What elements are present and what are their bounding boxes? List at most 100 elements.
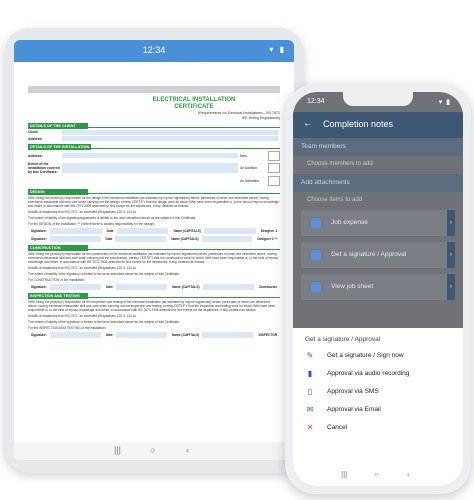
- extent-label: Extent of the installation covered by th…: [28, 162, 60, 174]
- inspection-date-field[interactable]: [115, 331, 167, 338]
- certificate-title-2: CERTIFICATE: [174, 104, 214, 110]
- tablet-screen: 12:34 ▾ ▮ ELECTRICAL INSTALLATION CERTIF…: [14, 40, 294, 460]
- construction-sig-field[interactable]: [49, 283, 101, 290]
- designer2-label: Designer 2 **: [257, 236, 277, 241]
- design-departures: Details of departures from BS 7671, as a…: [28, 209, 137, 214]
- construction-name-field[interactable]: [202, 283, 254, 290]
- inspection-sig-label: Signature:: [31, 332, 47, 337]
- addition-label: An Addition: [240, 166, 258, 170]
- alteration-label: An Alteration: [240, 178, 260, 183]
- client-field[interactable]: [62, 129, 278, 135]
- inspection-date-label: Date: [105, 332, 113, 337]
- mail-icon: ✉: [306, 405, 314, 414]
- app-bar-title: Completion notes: [323, 119, 394, 129]
- designer1-label: Designer 1: [260, 228, 278, 233]
- inspection-extent: The extent of liability of the signatory…: [28, 319, 180, 324]
- job-expense-row[interactable]: Job expense ›: [301, 210, 455, 236]
- extent-field[interactable]: [62, 163, 238, 173]
- inspection-for: For the INSPECTION AND TESTING of the in…: [28, 325, 107, 330]
- phone-time: 12:34: [307, 98, 325, 105]
- phone-home-button[interactable]: ○: [374, 470, 379, 479]
- design-sig2-label: Signature:: [31, 236, 47, 241]
- attachments-hint[interactable]: Choose items to add: [293, 192, 463, 210]
- inspection-section: INSPECTION AND TESTING I/We, being the p…: [28, 292, 280, 338]
- client-section-head: DETAILS OF THE CLIENT: [28, 123, 88, 129]
- design-sig1-label: Signature:: [31, 228, 47, 233]
- construction-extent: The extent of liability of the signatory…: [28, 271, 180, 276]
- construction-name-label: Name (CAPITALS): [172, 284, 200, 289]
- get-signature-label: Get a signature / Approval: [331, 251, 407, 258]
- tablet-time: 12:34: [142, 45, 166, 55]
- eye-icon: [311, 282, 321, 292]
- document-header-bar: [28, 86, 280, 93]
- signature-icon: [311, 250, 321, 260]
- design-name2-field[interactable]: [201, 235, 253, 242]
- home-button[interactable]: ○: [150, 445, 155, 455]
- sms-approval-option[interactable]: ▯ Approval via SMS: [293, 383, 463, 401]
- audio-approval-label: Approval via audio recording: [327, 370, 410, 377]
- design-date2-field[interactable]: [115, 235, 167, 242]
- design-date1-label: Date: [106, 228, 114, 233]
- phone-nav-bar: ||| ○ ‹: [293, 464, 463, 486]
- certificate-document: ELECTRICAL INSTALLATION CERTIFICATE (Req…: [28, 86, 280, 338]
- inspection-departures: Details of departures from BS 7671, as a…: [28, 313, 137, 318]
- chevron-right-icon: ›: [447, 210, 455, 236]
- design-sig2-field[interactable]: [49, 235, 101, 242]
- email-approval-option[interactable]: ✉ Approval via Email: [293, 401, 463, 419]
- attachments-head: Add attachments: [293, 174, 463, 192]
- alteration-checkbox[interactable]: [268, 175, 280, 186]
- install-address-label: Address:: [28, 153, 43, 158]
- new-checkbox[interactable]: [268, 150, 280, 161]
- design-name1-label: Name (CAPITALS): [173, 228, 201, 233]
- design-sig1-field[interactable]: [49, 227, 102, 234]
- cancel-option[interactable]: ✕ Cancel: [293, 419, 463, 437]
- construction-sig-label: Signature:: [31, 284, 47, 289]
- design-extent: The extent of liability of the signatory…: [28, 215, 197, 220]
- inspection-name-label: Name (CAPITALS): [171, 332, 200, 337]
- back-button[interactable]: ‹: [186, 445, 189, 455]
- phone-recent-apps-button[interactable]: |||: [341, 470, 347, 479]
- construction-date-field[interactable]: [115, 283, 168, 290]
- design-name1-field[interactable]: [203, 227, 256, 234]
- team-members-hint[interactable]: Choose members to add: [293, 156, 463, 174]
- phone-icon: ▯: [307, 387, 313, 396]
- phone-status-icons: ▾ ▮: [438, 99, 451, 106]
- microphone-icon: ▮: [307, 369, 313, 378]
- installation-section-head: DETAILS OF THE INSTALLATION: [28, 144, 92, 150]
- tablet-status-icons: ▾ ▮: [269, 45, 286, 54]
- recent-apps-button[interactable]: |||: [114, 445, 121, 455]
- construction-section: CONSTRUCTION I/We, being the person(s) r…: [28, 244, 280, 290]
- app-bar: ← Completion notes: [293, 112, 463, 138]
- phone-notch: [343, 92, 413, 106]
- installation-section: DETAILS OF THE INSTALLATION Address: New …: [28, 144, 280, 186]
- design-section-head: DESIGN: [28, 188, 88, 195]
- phone-back-button[interactable]: ‹: [407, 470, 410, 479]
- sign-now-label: Get a signature / Sign now: [327, 352, 404, 359]
- back-arrow-icon[interactable]: ←: [303, 118, 313, 129]
- client-address-label: Address:: [28, 136, 43, 141]
- close-icon: ✕: [306, 423, 314, 432]
- design-section: DESIGN I/We, being the person(s) respons…: [28, 188, 280, 242]
- inspection-name-field[interactable]: [202, 331, 254, 338]
- tablet-nav-bar: ||| ○ ‹: [14, 442, 294, 460]
- inspection-sig-field[interactable]: [49, 331, 101, 338]
- inspection-paragraph: I/We, being the person(s) responsible fo…: [28, 299, 276, 312]
- phone-device: 12:34 ▾ ▮ ← Completion notes Team member…: [285, 84, 471, 494]
- inspection-section-head: INSPECTION AND TESTING: [28, 292, 88, 299]
- client-address-field[interactable]: [62, 136, 278, 141]
- design-date1-field[interactable]: [116, 227, 169, 234]
- pen-icon: ✎: [306, 351, 314, 360]
- phone-screen: 12:34 ▾ ▮ ← Completion notes Team member…: [293, 92, 463, 486]
- constructor-label: Constructor: [258, 284, 277, 289]
- view-job-sheet-label: View job sheet: [331, 283, 374, 290]
- construction-paragraph: I/We, being the person(s) responsible fo…: [28, 251, 279, 264]
- addition-checkbox[interactable]: [268, 163, 280, 173]
- job-expense-label: Job expense: [331, 219, 368, 226]
- tablet-device: 12:34 ▾ ▮ ELECTRICAL INSTALLATION CERTIF…: [4, 28, 304, 473]
- email-approval-label: Approval via Email: [327, 406, 381, 413]
- audio-approval-option[interactable]: ▮ Approval via audio recording: [293, 365, 463, 383]
- view-job-sheet-row[interactable]: View job sheet ›: [301, 274, 455, 300]
- sign-now-option[interactable]: ✎ Get a signature / Sign now: [293, 347, 463, 365]
- install-address-field[interactable]: [62, 153, 238, 158]
- get-signature-row[interactable]: Get a signature / Approval ›: [301, 242, 455, 268]
